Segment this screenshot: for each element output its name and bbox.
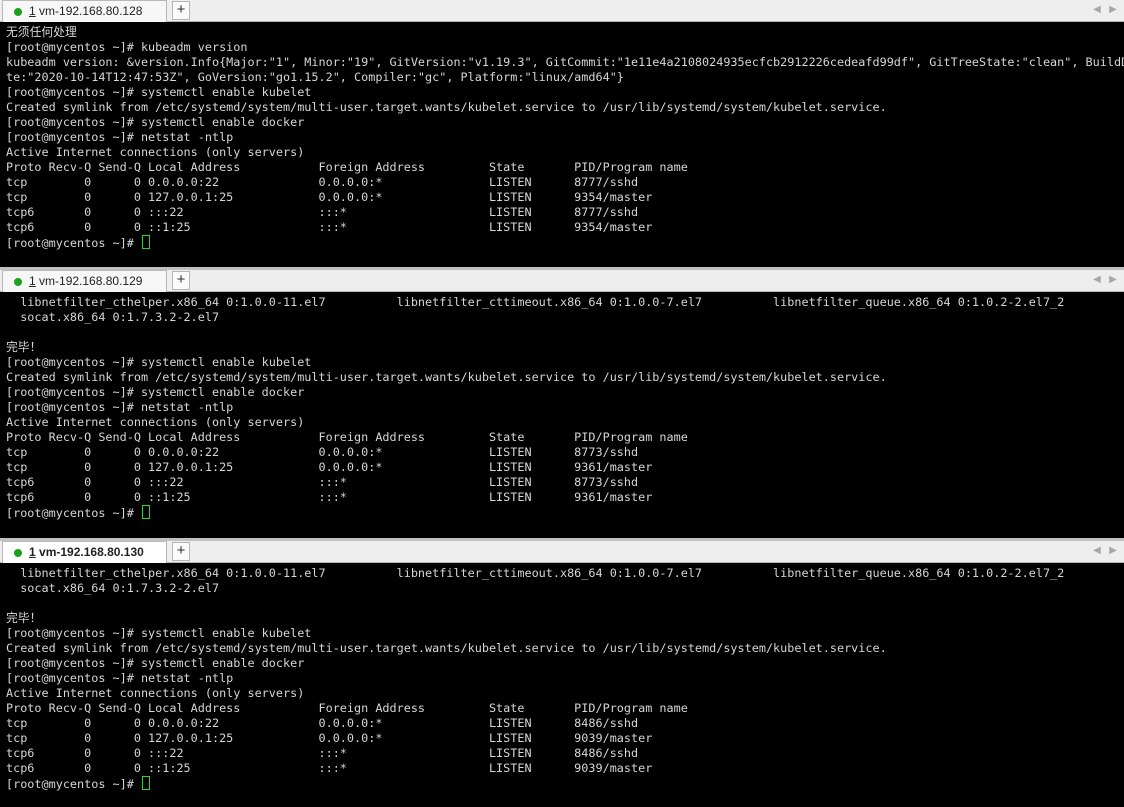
tab-session-1[interactable]: 1 vm-192.168.80.128	[2, 0, 167, 22]
tab-number: 1	[29, 274, 36, 288]
terminal-line: [root@mycentos ~]# kubeadm version	[6, 40, 248, 54]
terminal-line: [root@mycentos ~]# netstat -ntlp	[6, 400, 234, 414]
terminal-line: tcp6 0 0 ::1:25 :::* LISTEN 9354/master	[6, 220, 653, 234]
terminal-line: tcp 0 0 0.0.0.0:22 0.0.0.0:* LISTEN 8486…	[6, 716, 639, 730]
shell-prompt: [root@mycentos ~]#	[6, 236, 141, 250]
tab-label: 1 vm-192.168.80.130	[29, 542, 144, 563]
shell-prompt: [root@mycentos ~]#	[6, 777, 141, 791]
terminal-line: tcp6 0 0 ::1:25 :::* LISTEN 9361/master	[6, 490, 653, 504]
terminal-line: libnetfilter_cthelper.x86_64 0:1.0.0-11.…	[6, 566, 1065, 580]
terminal-line: Created symlink from /etc/systemd/system…	[6, 370, 887, 384]
terminal-line: [root@mycentos ~]# systemctl enable kube…	[6, 626, 312, 640]
terminal-line: Created symlink from /etc/systemd/system…	[6, 641, 887, 655]
terminal-line: tcp6 0 0 ::1:25 :::* LISTEN 9039/master	[6, 761, 653, 775]
tab-title: vm-192.168.80.130	[39, 545, 144, 559]
terminal-line: [root@mycentos ~]# systemctl enable dock…	[6, 385, 305, 399]
terminal-line: 完毕！	[6, 340, 42, 354]
terminal-output[interactable]: libnetfilter_cthelper.x86_64 0:1.0.0-11.…	[6, 295, 1064, 520]
terminal-line: Active Internet connections (only server…	[6, 145, 305, 159]
connected-status-icon	[14, 8, 22, 16]
terminal-line: Active Internet connections (only server…	[6, 686, 305, 700]
terminal-line: tcp 0 0 0.0.0.0:22 0.0.0.0:* LISTEN 8773…	[6, 445, 639, 459]
terminal-cursor	[141, 235, 150, 249]
terminal-session-1: 1 vm-192.168.80.128 + ◀ ▶ 无须任何处理 [root@my…	[0, 0, 1124, 267]
terminal-session-3: 1 vm-192.168.80.130 + ◀ ▶ libnetfilter_c…	[0, 541, 1124, 807]
add-tab-button[interactable]: +	[172, 542, 190, 561]
terminal-line: [root@mycentos ~]# systemctl enable dock…	[6, 115, 305, 129]
terminal-line: [root@mycentos ~]# netstat -ntlp	[6, 130, 234, 144]
scroll-tabs-left-icon[interactable]: ◀	[1090, 271, 1104, 289]
scroll-tabs-left-icon[interactable]: ◀	[1090, 542, 1104, 560]
terminal-line: socat.x86_64 0:1.7.3.2-2.el7	[6, 310, 220, 324]
tab-label: 1 vm-192.168.80.128	[29, 1, 142, 22]
terminal-line: Active Internet connections (only server…	[6, 415, 305, 429]
tab-title: vm-192.168.80.128	[39, 4, 143, 18]
terminal-line: [root@mycentos ~]# netstat -ntlp	[6, 671, 234, 685]
terminal-line: tcp6 0 0 :::22 :::* LISTEN 8777/sshd	[6, 205, 639, 219]
connected-status-icon	[14, 549, 22, 557]
connected-status-icon	[14, 278, 22, 286]
tab-label: 1 vm-192.168.80.129	[29, 271, 142, 292]
terminal-cursor	[141, 776, 150, 790]
terminal-line: [root@mycentos ~]# systemctl enable kube…	[6, 85, 312, 99]
scroll-tabs-right-icon[interactable]: ▶	[1106, 271, 1120, 289]
terminal-line: tcp 0 0 127.0.0.1:25 0.0.0.0:* LISTEN 93…	[6, 190, 653, 204]
terminal-cursor	[141, 505, 150, 519]
tab-bar: 1 vm-192.168.80.129 + ◀ ▶	[0, 270, 1124, 292]
terminal-line: socat.x86_64 0:1.7.3.2-2.el7	[6, 581, 220, 595]
terminal-line: Proto Recv-Q Send-Q Local Address Foreig…	[6, 701, 688, 715]
terminal-line: te:"2020-10-14T12:47:53Z", GoVersion:"go…	[6, 70, 624, 84]
terminal-output[interactable]: libnetfilter_cthelper.x86_64 0:1.0.0-11.…	[6, 566, 1064, 791]
terminal-line: tcp 0 0 127.0.0.1:25 0.0.0.0:* LISTEN 93…	[6, 460, 653, 474]
tab-bar: 1 vm-192.168.80.130 + ◀ ▶	[0, 541, 1124, 563]
prompt-line[interactable]: [root@mycentos ~]#	[6, 235, 1124, 250]
tab-number: 1	[29, 545, 36, 559]
add-tab-button[interactable]: +	[172, 271, 190, 290]
terminal-line: Proto Recv-Q Send-Q Local Address Foreig…	[6, 430, 688, 444]
add-tab-button[interactable]: +	[172, 1, 190, 20]
terminal-line: [root@mycentos ~]# systemctl enable kube…	[6, 355, 312, 369]
tab-title: vm-192.168.80.129	[39, 274, 143, 288]
shell-prompt: [root@mycentos ~]#	[6, 506, 141, 520]
tab-bar: 1 vm-192.168.80.128 + ◀ ▶	[0, 0, 1124, 22]
scroll-tabs-right-icon[interactable]: ▶	[1106, 542, 1120, 560]
tab-session-2[interactable]: 1 vm-192.168.80.129	[2, 270, 167, 292]
prompt-line[interactable]: [root@mycentos ~]#	[6, 505, 1064, 520]
terminal-line: 无须任何处理	[6, 25, 77, 39]
terminal-line: tcp6 0 0 :::22 :::* LISTEN 8486/sshd	[6, 746, 639, 760]
scroll-tabs-left-icon[interactable]: ◀	[1090, 1, 1104, 19]
terminal-line: tcp 0 0 127.0.0.1:25 0.0.0.0:* LISTEN 90…	[6, 731, 653, 745]
tab-session-3[interactable]: 1 vm-192.168.80.130	[2, 541, 167, 563]
terminal-line: kubeadm version: &version.Info{Major:"1"…	[6, 55, 1124, 69]
prompt-line[interactable]: [root@mycentos ~]#	[6, 776, 1064, 791]
terminal-line: [root@mycentos ~]# systemctl enable dock…	[6, 656, 305, 670]
terminal-line: 完毕！	[6, 611, 42, 625]
scroll-tabs-right-icon[interactable]: ▶	[1106, 1, 1120, 19]
terminal-line: tcp 0 0 0.0.0.0:22 0.0.0.0:* LISTEN 8777…	[6, 175, 639, 189]
terminal-line: tcp6 0 0 :::22 :::* LISTEN 8773/sshd	[6, 475, 639, 489]
tab-number: 1	[29, 4, 36, 18]
terminal-line: Created symlink from /etc/systemd/system…	[6, 100, 887, 114]
terminal-session-2: 1 vm-192.168.80.129 + ◀ ▶ libnetfilter_c…	[0, 270, 1124, 538]
terminal-output[interactable]: 无须任何处理 [root@mycentos ~]# kubeadm version…	[6, 25, 1124, 250]
terminal-line: Proto Recv-Q Send-Q Local Address Foreig…	[6, 160, 688, 174]
terminal-line: libnetfilter_cthelper.x86_64 0:1.0.0-11.…	[6, 295, 1065, 309]
